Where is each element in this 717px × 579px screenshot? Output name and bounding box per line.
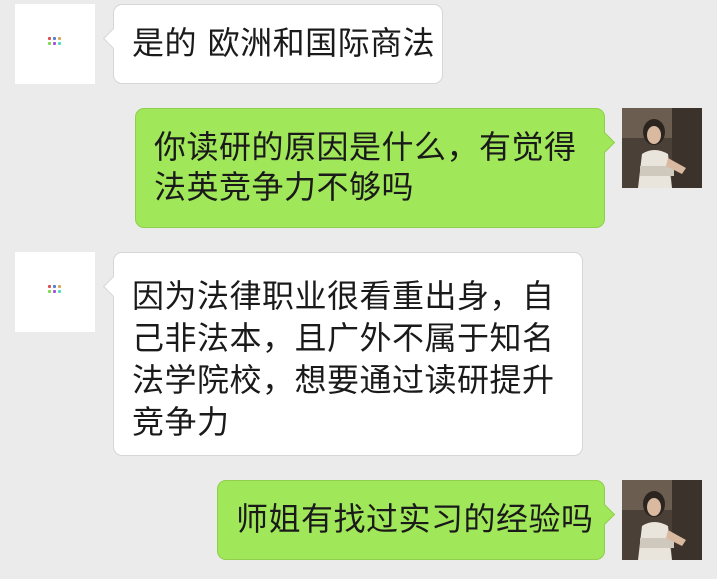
user-photo-avatar	[622, 108, 702, 188]
message-bubble-outgoing[interactable]: 你读研的原因是什么，有觉得法英竞争力不够吗	[135, 108, 616, 228]
app-logo-icon	[48, 37, 64, 47]
contact-avatar[interactable]	[15, 4, 95, 84]
message-text: 你读研的原因是什么，有觉得法英竞争力不够吗	[154, 128, 577, 206]
my-avatar[interactable]	[622, 480, 702, 560]
message-bubble-incoming[interactable]: 是的 欧洲和国际商法	[102, 4, 443, 84]
message-text: 是的 欧洲和国际商法	[132, 24, 436, 62]
message-text: 师姐有找过实习的经验吗	[236, 500, 594, 538]
bubble-tail	[102, 27, 125, 50]
contact-avatar[interactable]	[15, 252, 95, 332]
app-logo-icon	[48, 285, 64, 295]
message-bubble-incoming[interactable]: 因为法律职业很看重出身，自己非法本，且广外不属于知名法学院校，想要通过读研提升竞…	[102, 252, 583, 456]
message-bubble-outgoing[interactable]: 师姐有找过实习的经验吗	[217, 480, 616, 560]
message-text: 因为法律职业很看重出身，自己非法本，且广外不属于知名法学院校，想要通过读研提升竞…	[132, 277, 555, 441]
my-avatar[interactable]	[622, 108, 702, 188]
bubble-tail	[102, 275, 125, 298]
bubble-tail	[593, 131, 616, 154]
user-photo-avatar	[622, 480, 702, 560]
